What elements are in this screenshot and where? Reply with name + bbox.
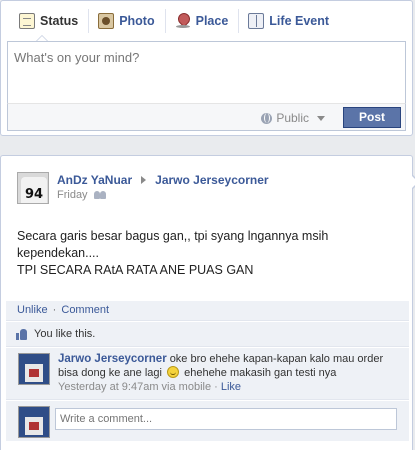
photo-icon: [98, 13, 115, 29]
place-icon: [175, 13, 191, 29]
life-event-icon: [248, 13, 265, 29]
comment-meta: Yesterday at 9:47am via mobile · Like: [58, 381, 241, 393]
story-actions: Unlike · Comment: [6, 301, 409, 321]
comment-like-link[interactable]: Like: [221, 381, 241, 393]
comment-timestamp[interactable]: Yesterday at 9:47am via mobile: [58, 381, 211, 393]
friends-icon[interactable]: [93, 190, 108, 200]
status-input-placeholder: What's on your mind?: [14, 50, 140, 65]
unlike-link[interactable]: Unlike: [17, 304, 48, 316]
comment-input[interactable]: [55, 408, 397, 430]
status-input[interactable]: What's on your mind?: [7, 41, 406, 103]
post-text-line: TPI SECARA RAtA RATA ANE PUAS GAN: [17, 263, 254, 277]
separator: ·: [52, 304, 57, 316]
jersey-number: 94: [25, 187, 44, 202]
reply-row: [6, 401, 409, 441]
chevron-down-icon: [317, 115, 325, 121]
comment-text-end: ehehehe makasih gan testi nya: [184, 367, 337, 379]
post-button[interactable]: Post: [343, 107, 401, 128]
privacy-label: Public: [276, 111, 309, 125]
smile-emoticon-icon: [167, 366, 180, 378]
comment-body: Jarwo Jerseycorner oke bro ehehe kapan-ka…: [58, 352, 404, 380]
post-text: Secara garis besar bagus gan,, tpi syang…: [17, 228, 397, 279]
tab-life-event[interactable]: Life Event: [238, 1, 339, 41]
commenter-avatar[interactable]: [18, 353, 50, 385]
globe-icon: [261, 112, 273, 124]
comment: Jarwo Jerseycorner oke bro ehehe kapan-ka…: [6, 348, 409, 400]
avatar[interactable]: 94: [17, 172, 49, 204]
comment-link[interactable]: Comment: [61, 304, 109, 316]
story-header: AnDz YaNuar Jarwo Jerseycorner: [57, 173, 269, 187]
tab-status-label: Status: [40, 14, 79, 28]
thumbs-up-icon: [16, 328, 27, 340]
author-link[interactable]: AnDz YaNuar: [57, 173, 132, 187]
composer: Status Photo Place Life Event What's on …: [0, 0, 413, 136]
tab-place-label: Place: [195, 14, 229, 28]
comment-author-link[interactable]: Jarwo Jerseycorner: [58, 353, 167, 365]
likes-text: You like this.: [34, 328, 96, 340]
likes-row: You like this.: [6, 322, 409, 347]
status-icon: [19, 13, 35, 29]
tab-status[interactable]: Status: [9, 1, 88, 42]
jersey-image: 94: [21, 177, 47, 203]
story-card: 94 AnDz YaNuar Jarwo Jerseycorner Friday…: [0, 155, 415, 450]
composer-footer: Public Post: [7, 103, 406, 131]
arrow-right-icon: [141, 176, 147, 184]
privacy-selector[interactable]: Public: [261, 111, 325, 125]
composer-tabs: Status Photo Place Life Event: [1, 1, 412, 42]
post-text-line: Secara garis besar bagus gan,, tpi syang…: [17, 229, 329, 243]
post-text-line: kependekan....: [17, 246, 100, 260]
target-link[interactable]: Jarwo Jerseycorner: [155, 173, 268, 187]
tab-photo[interactable]: Photo: [88, 1, 164, 41]
separator: ·: [214, 381, 218, 393]
tab-place[interactable]: Place: [164, 1, 239, 41]
timestamp[interactable]: Friday: [57, 189, 88, 201]
tab-life-event-label: Life Event: [269, 14, 330, 28]
tab-photo-label: Photo: [119, 14, 155, 28]
current-user-avatar: [18, 406, 50, 438]
story-meta: Friday: [57, 189, 108, 201]
